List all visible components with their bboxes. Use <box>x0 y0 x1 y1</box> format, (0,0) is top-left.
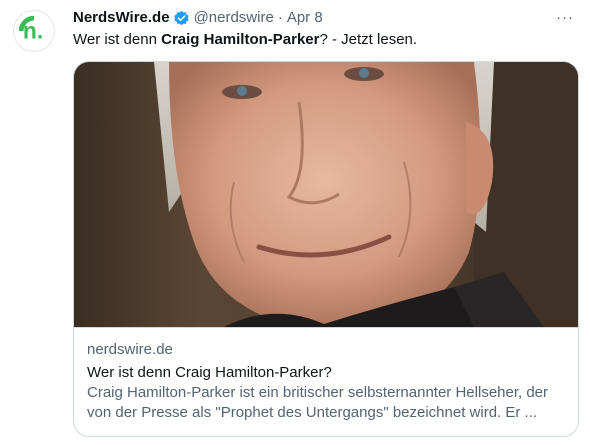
separator-dot: · <box>277 9 283 26</box>
link-preview-card[interactable]: nerdswire.de Wer ist denn Craig Hamilton… <box>73 61 579 437</box>
more-options-icon[interactable]: ··· <box>554 8 576 28</box>
account-name[interactable]: NerdsWire.de <box>73 8 170 28</box>
tweet-text-name: Craig Hamilton-Parker <box>161 31 320 48</box>
card-image[interactable] <box>74 62 578 327</box>
card-description: Craig Hamilton-Parker ist ein britischer… <box>87 384 549 421</box>
verified-badge-icon <box>173 10 190 27</box>
tweet-text-start: Wer ist denn <box>73 31 162 48</box>
tweet-text-end: ? - Jetzt lesen. <box>319 31 418 48</box>
avatar[interactable]: n. <box>13 10 55 52</box>
account-handle[interactable]: @nerdswire <box>194 8 274 28</box>
card-domain: nerdswire.de <box>87 341 173 358</box>
nerdswire-logo-icon: n. <box>14 11 54 51</box>
tweet[interactable]: n. NerdsWire.de @nerdswire · Apr 8 ··· W… <box>0 0 590 445</box>
card-body[interactable]: nerdswire.de Wer ist denn Craig Hamilton… <box>74 327 578 436</box>
card-title: Wer ist denn Craig Hamilton-Parker? <box>87 364 332 381</box>
portrait-photo <box>74 62 578 327</box>
tweet-date[interactable]: Apr 8 <box>287 8 323 28</box>
tweet-text: Wer ist denn Craig Hamilton-Parker? - Je… <box>73 30 573 50</box>
tweet-header: NerdsWire.de @nerdswire · Apr 8 ··· <box>73 8 576 28</box>
avatar-letter: n. <box>23 18 43 44</box>
